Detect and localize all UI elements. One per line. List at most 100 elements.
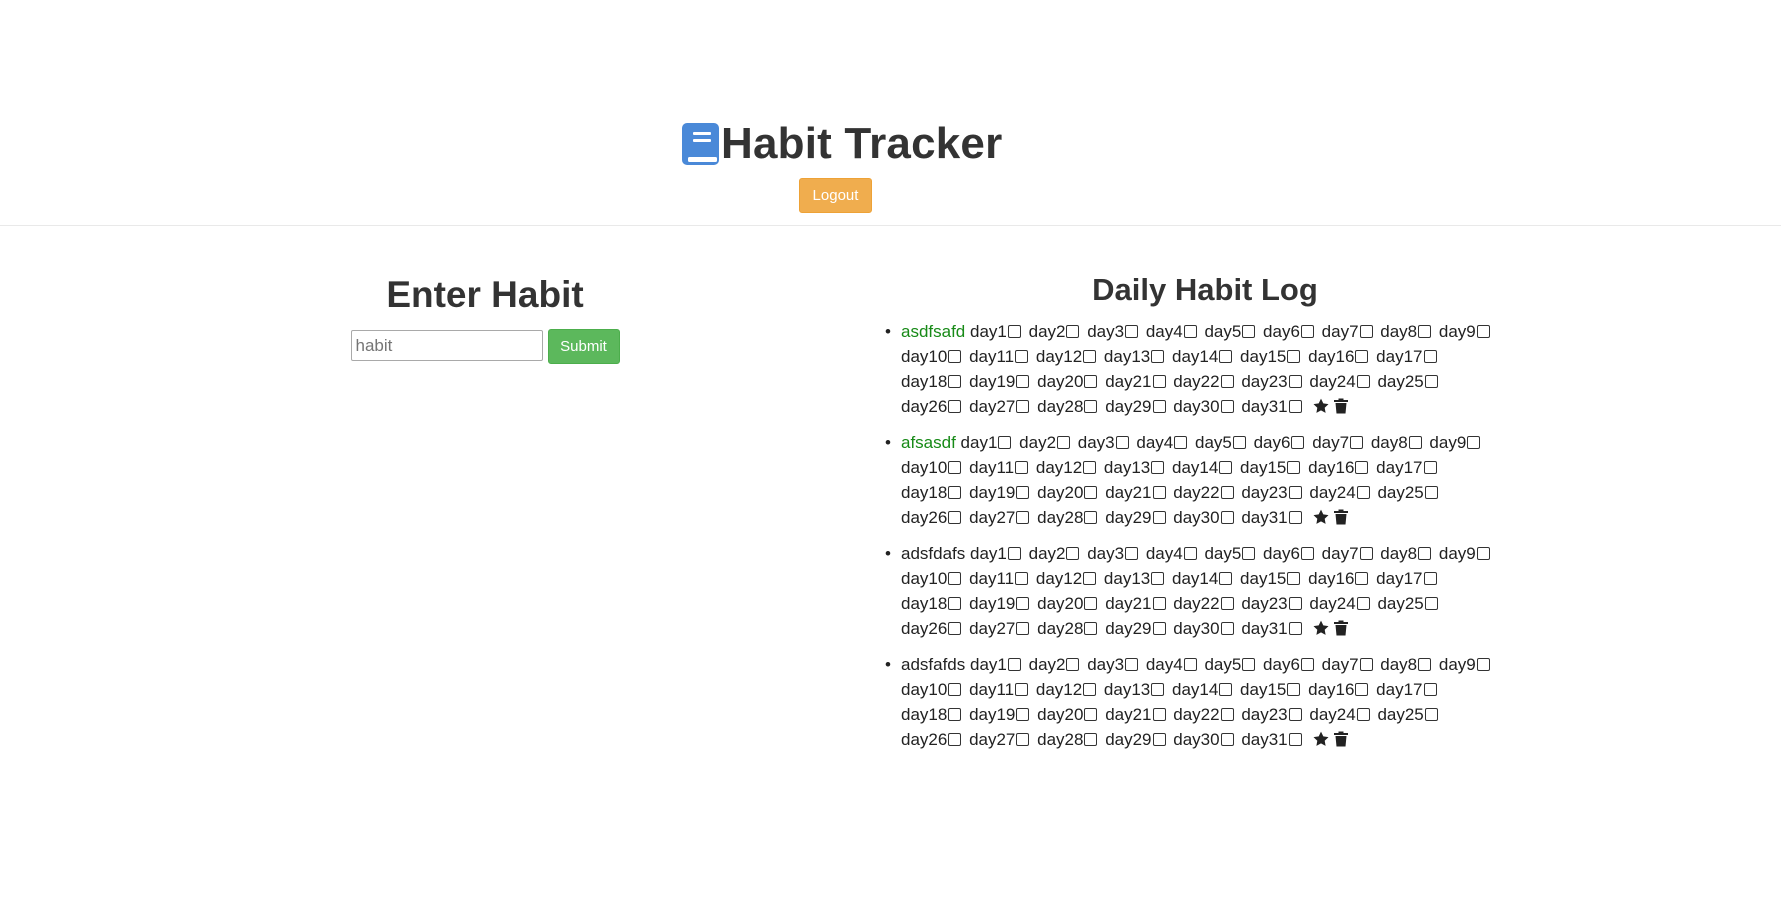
- day-checkbox[interactable]: [1220, 511, 1234, 524]
- day-checkbox[interactable]: [948, 375, 962, 388]
- day-checkbox[interactable]: [1083, 683, 1097, 696]
- day-checkbox[interactable]: [1152, 597, 1166, 610]
- day-checkbox[interactable]: [1418, 547, 1432, 560]
- trash-icon[interactable]: [1329, 397, 1349, 416]
- day-checkbox[interactable]: [1083, 350, 1097, 363]
- day-checkbox[interactable]: [1423, 350, 1437, 363]
- day-checkbox[interactable]: [1057, 436, 1071, 449]
- day-checkbox[interactable]: [948, 400, 962, 413]
- day-checkbox[interactable]: [1220, 597, 1234, 610]
- day-checkbox[interactable]: [1355, 572, 1369, 585]
- day-checkbox[interactable]: [1232, 436, 1246, 449]
- day-checkbox[interactable]: [1016, 597, 1030, 610]
- day-checkbox[interactable]: [1408, 436, 1422, 449]
- day-checkbox[interactable]: [948, 622, 962, 635]
- day-checkbox[interactable]: [1356, 486, 1370, 499]
- day-checkbox[interactable]: [1423, 572, 1437, 585]
- day-checkbox[interactable]: [1084, 622, 1098, 635]
- day-checkbox[interactable]: [948, 572, 962, 585]
- day-checkbox[interactable]: [948, 597, 962, 610]
- day-checkbox[interactable]: [1220, 375, 1234, 388]
- day-checkbox[interactable]: [1015, 350, 1029, 363]
- day-checkbox[interactable]: [1151, 572, 1165, 585]
- day-checkbox[interactable]: [1083, 461, 1097, 474]
- submit-button[interactable]: Submit: [547, 329, 620, 364]
- day-checkbox[interactable]: [1242, 547, 1256, 560]
- trash-icon[interactable]: [1329, 619, 1349, 638]
- day-checkbox[interactable]: [1423, 461, 1437, 474]
- day-checkbox[interactable]: [1356, 708, 1370, 721]
- day-checkbox[interactable]: [1007, 547, 1021, 560]
- day-checkbox[interactable]: [1125, 658, 1139, 671]
- day-checkbox[interactable]: [1125, 547, 1139, 560]
- day-checkbox[interactable]: [948, 461, 962, 474]
- day-checkbox[interactable]: [1350, 436, 1364, 449]
- day-checkbox[interactable]: [1476, 658, 1490, 671]
- day-checkbox[interactable]: [1418, 325, 1432, 338]
- day-checkbox[interactable]: [1084, 375, 1098, 388]
- star-icon[interactable]: [1309, 508, 1329, 527]
- day-checkbox[interactable]: [1125, 325, 1139, 338]
- day-checkbox[interactable]: [1288, 597, 1302, 610]
- day-checkbox[interactable]: [1084, 400, 1098, 413]
- day-checkbox[interactable]: [1220, 622, 1234, 635]
- day-checkbox[interactable]: [1015, 683, 1029, 696]
- day-checkbox[interactable]: [1359, 325, 1373, 338]
- day-checkbox[interactable]: [1220, 708, 1234, 721]
- day-checkbox[interactable]: [948, 733, 962, 746]
- day-checkbox[interactable]: [1066, 658, 1080, 671]
- day-checkbox[interactable]: [1467, 436, 1481, 449]
- star-icon[interactable]: [1309, 397, 1329, 416]
- day-checkbox[interactable]: [1423, 683, 1437, 696]
- day-checkbox[interactable]: [1083, 572, 1097, 585]
- day-checkbox[interactable]: [1418, 658, 1432, 671]
- day-checkbox[interactable]: [1066, 547, 1080, 560]
- day-checkbox[interactable]: [1242, 658, 1256, 671]
- day-checkbox[interactable]: [1287, 572, 1301, 585]
- day-checkbox[interactable]: [1015, 572, 1029, 585]
- day-checkbox[interactable]: [1300, 547, 1314, 560]
- day-checkbox[interactable]: [1152, 375, 1166, 388]
- day-checkbox[interactable]: [1359, 658, 1373, 671]
- day-checkbox[interactable]: [1007, 658, 1021, 671]
- day-checkbox[interactable]: [998, 436, 1012, 449]
- day-checkbox[interactable]: [1084, 511, 1098, 524]
- day-checkbox[interactable]: [1174, 436, 1188, 449]
- day-checkbox[interactable]: [1219, 572, 1233, 585]
- day-checkbox[interactable]: [1183, 547, 1197, 560]
- star-icon[interactable]: [1309, 619, 1329, 638]
- day-checkbox[interactable]: [1152, 733, 1166, 746]
- day-checkbox[interactable]: [1219, 350, 1233, 363]
- day-checkbox[interactable]: [1355, 350, 1369, 363]
- day-checkbox[interactable]: [1300, 325, 1314, 338]
- day-checkbox[interactable]: [1288, 375, 1302, 388]
- day-checkbox[interactable]: [1355, 461, 1369, 474]
- day-checkbox[interactable]: [948, 486, 962, 499]
- day-checkbox[interactable]: [1288, 708, 1302, 721]
- day-checkbox[interactable]: [1288, 733, 1302, 746]
- day-checkbox[interactable]: [1151, 683, 1165, 696]
- day-checkbox[interactable]: [1016, 708, 1030, 721]
- day-checkbox[interactable]: [948, 683, 962, 696]
- day-checkbox[interactable]: [1151, 350, 1165, 363]
- day-checkbox[interactable]: [1424, 708, 1438, 721]
- trash-icon[interactable]: [1329, 730, 1349, 749]
- day-checkbox[interactable]: [1288, 400, 1302, 413]
- day-checkbox[interactable]: [1288, 486, 1302, 499]
- day-checkbox[interactable]: [1016, 486, 1030, 499]
- day-checkbox[interactable]: [1287, 683, 1301, 696]
- day-checkbox[interactable]: [1016, 511, 1030, 524]
- day-checkbox[interactable]: [1183, 325, 1197, 338]
- day-checkbox[interactable]: [1356, 375, 1370, 388]
- day-checkbox[interactable]: [1084, 708, 1098, 721]
- day-checkbox[interactable]: [1220, 400, 1234, 413]
- day-checkbox[interactable]: [948, 350, 962, 363]
- habit-input[interactable]: [350, 330, 543, 361]
- day-checkbox[interactable]: [1007, 325, 1021, 338]
- day-checkbox[interactable]: [1151, 461, 1165, 474]
- day-checkbox[interactable]: [1300, 658, 1314, 671]
- trash-icon[interactable]: [1329, 508, 1349, 527]
- day-checkbox[interactable]: [1152, 511, 1166, 524]
- day-checkbox[interactable]: [1084, 486, 1098, 499]
- day-checkbox[interactable]: [1084, 597, 1098, 610]
